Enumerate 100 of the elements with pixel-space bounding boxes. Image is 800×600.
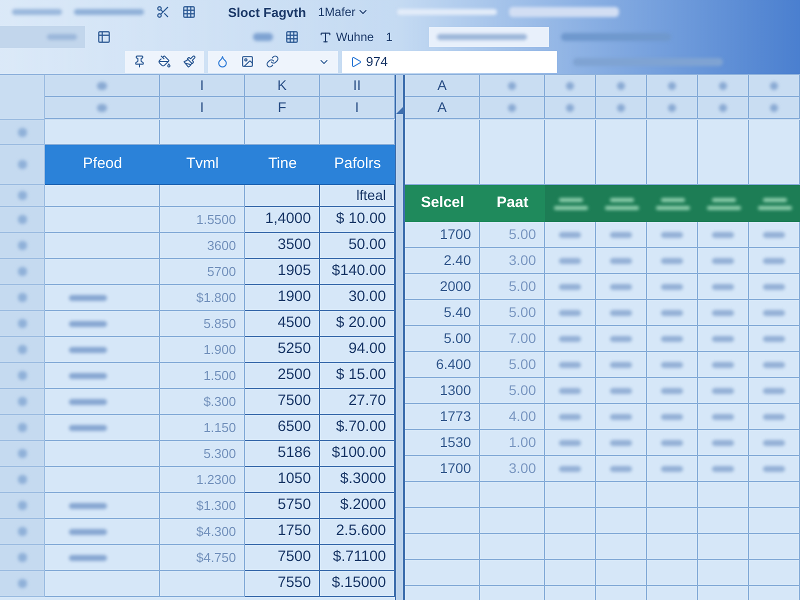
cell-reference-field[interactable]: 974	[342, 50, 557, 73]
row-header[interactable]	[0, 311, 45, 337]
grid-icon[interactable]	[182, 5, 196, 20]
bucket-icon[interactable]	[158, 55, 171, 68]
column-header[interactable]: Selcel	[405, 185, 480, 222]
table-cell: 1.150	[160, 415, 245, 441]
blurred-text-drawing	[559, 310, 581, 316]
menu-title[interactable]: Sloct Fagvth	[228, 2, 306, 22]
triangle-icon	[396, 107, 403, 114]
column-letter[interactable]	[749, 75, 800, 97]
blurred-text-drawing	[719, 104, 727, 112]
row-header[interactable]	[0, 415, 45, 441]
column-letter[interactable]	[480, 97, 545, 119]
column-letter[interactable]	[647, 97, 698, 119]
blurred-text-drawing	[661, 440, 683, 446]
blurred-text-drawing	[610, 284, 632, 290]
row-header[interactable]	[0, 259, 45, 285]
blurred-text-drawing	[712, 414, 734, 420]
blurred-text-drawing	[610, 310, 632, 316]
column-letter[interactable]	[480, 75, 545, 97]
input-field[interactable]	[0, 26, 85, 48]
column-letter[interactable]	[596, 97, 647, 119]
blurred-text-drawing	[763, 232, 785, 238]
row-header[interactable]	[0, 145, 45, 185]
column-letter[interactable]: A	[405, 75, 480, 97]
picture-icon[interactable]	[241, 55, 254, 68]
row-header[interactable]	[0, 519, 45, 545]
blurred-text-drawing	[661, 310, 683, 316]
row-header[interactable]	[0, 441, 45, 467]
empty-cell	[698, 534, 749, 560]
row-header[interactable]	[0, 493, 45, 519]
empty-cell	[647, 560, 698, 586]
table-cell: 1050	[245, 467, 320, 493]
empty-cell	[596, 560, 647, 586]
column-letter[interactable]	[545, 97, 596, 119]
column-letter[interactable]: A	[405, 97, 480, 119]
column-header[interactable]: Paat	[480, 185, 545, 222]
blurred-text-drawing	[610, 388, 632, 394]
column-header[interactable]: Tine	[245, 145, 320, 185]
column-header[interactable]: Pfeod	[45, 145, 160, 185]
column-letter[interactable]	[45, 97, 160, 119]
row-header[interactable]	[0, 571, 45, 597]
table-cell: $4.300	[160, 519, 245, 545]
table-icon[interactable]	[97, 30, 111, 44]
row-header[interactable]	[0, 545, 45, 571]
blurred-text-drawing	[18, 449, 26, 458]
column-header[interactable]	[545, 185, 596, 222]
column-header[interactable]: Pafolrs	[320, 145, 395, 185]
brush-icon[interactable]	[183, 55, 196, 68]
row-header[interactable]	[0, 285, 45, 311]
blurred-text-drawing	[559, 440, 581, 446]
table-cell: 5.00	[480, 378, 545, 404]
blurred-text-drawing	[18, 241, 26, 250]
column-letter[interactable]	[596, 75, 647, 97]
blurred-text-drawing	[610, 198, 634, 202]
column-letter[interactable]	[45, 75, 160, 97]
column-letter[interactable]: K	[245, 75, 320, 97]
column-header[interactable]: Tvml	[160, 145, 245, 185]
blurred-text-drawing	[610, 440, 632, 446]
column-letter[interactable]	[698, 75, 749, 97]
column-letter[interactable]	[698, 97, 749, 119]
row-header[interactable]	[0, 185, 45, 207]
column-header[interactable]	[749, 185, 800, 222]
row-header[interactable]	[0, 363, 45, 389]
column-letter[interactable]	[749, 97, 800, 119]
blurred-text-drawing	[661, 258, 683, 264]
scissors-icon[interactable]	[156, 5, 170, 20]
column-letter[interactable]	[647, 75, 698, 97]
pin-icon[interactable]	[133, 55, 146, 68]
table-cell: 5.300	[160, 441, 245, 467]
column-letter[interactable]	[545, 75, 596, 97]
row-header[interactable]	[0, 337, 45, 363]
blurred-text-drawing	[69, 372, 107, 378]
row-header[interactable]	[0, 233, 45, 259]
font-button[interactable]: Wuhne	[319, 28, 374, 46]
row-header[interactable]	[0, 120, 45, 145]
row-header[interactable]	[0, 389, 45, 415]
column-letter[interactable]: I	[160, 97, 245, 119]
pane-splitter[interactable]	[395, 75, 405, 600]
table-cell: 1.00	[480, 430, 545, 456]
menu-dropdown[interactable]: 1Mafer	[318, 3, 370, 22]
input-field[interactable]	[428, 27, 548, 47]
table-cell: $.300	[160, 389, 245, 415]
link-icon[interactable]	[266, 55, 279, 68]
blurred-text-drawing	[706, 206, 740, 210]
table-cell: 7.00	[480, 326, 545, 352]
blurred-text-drawing	[12, 9, 62, 16]
blurred-text-drawing	[610, 336, 632, 342]
grid-icon[interactable]	[285, 30, 299, 44]
blurred-text-drawing	[661, 466, 683, 472]
drop-icon[interactable]	[216, 55, 229, 68]
column-letter[interactable]: F	[245, 97, 320, 119]
blurred-text-drawing	[69, 346, 107, 352]
blurred-text-drawing	[604, 206, 638, 210]
column-letter[interactable]: I	[160, 75, 245, 97]
table-cell: 1.5500	[160, 207, 245, 233]
row-header[interactable]	[0, 207, 45, 233]
blurred-text-drawing	[69, 502, 107, 508]
row-header[interactable]	[0, 467, 45, 493]
table-cell: 1300	[405, 378, 480, 404]
